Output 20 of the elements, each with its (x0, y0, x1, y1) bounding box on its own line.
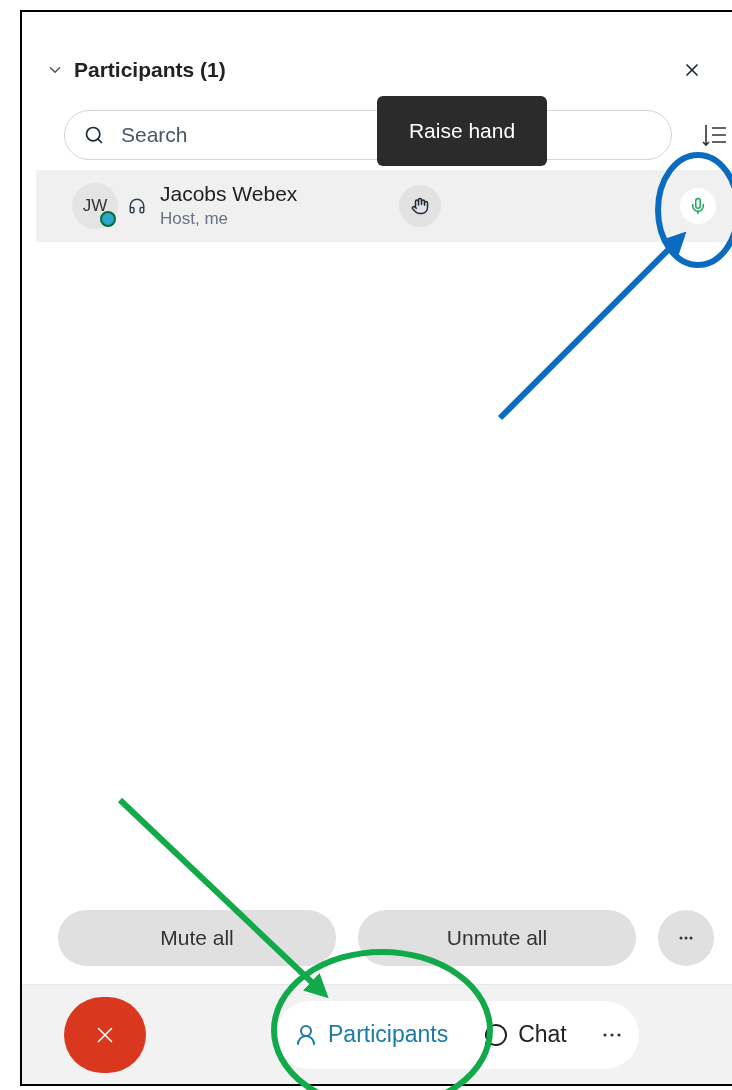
toolbar-tab[interactable]: Participants (294, 1017, 449, 1052)
participant-name: Jacobs Webex (160, 180, 298, 207)
action-button[interactable]: Unmute all (358, 910, 636, 966)
status-icon (100, 210, 116, 227)
chat-icon (484, 1022, 509, 1047)
more-icon[interactable] (602, 1032, 621, 1037)
toolbar-tab[interactable]: Chat (484, 1017, 567, 1052)
avatar: JW (72, 182, 118, 229)
participant-role: Host, me (160, 207, 230, 230)
participant-row[interactable]: JW Jacobs Webex Host, me (36, 169, 732, 242)
mic-icon (689, 196, 707, 215)
mic-button[interactable] (680, 187, 716, 224)
tooltip: Raise hand (377, 96, 547, 166)
headset-icon (128, 196, 146, 215)
panel-title: Participants (1) (74, 57, 226, 83)
action-button[interactable]: Mute all (58, 910, 336, 966)
search-icon (84, 124, 104, 145)
more-icon (679, 936, 693, 940)
hand-icon (411, 196, 430, 215)
participants-icon (294, 1022, 318, 1047)
